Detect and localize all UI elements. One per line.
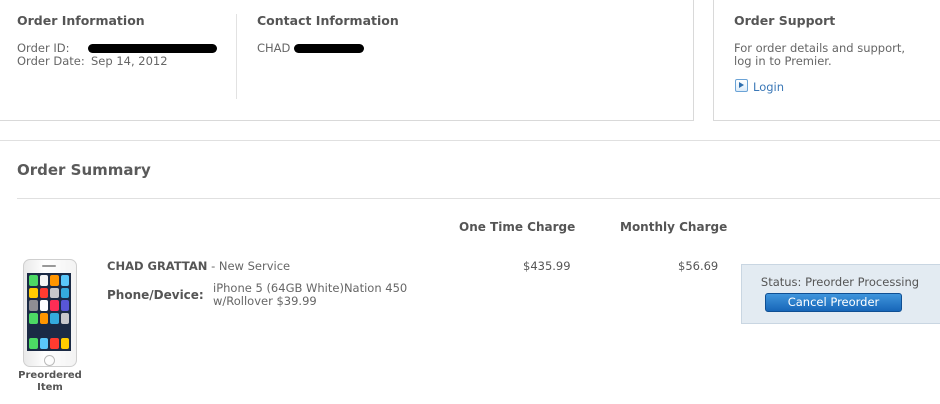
order-info-title: Order Information bbox=[17, 13, 145, 28]
phone-home-button bbox=[44, 355, 55, 366]
contact-info-title: Contact Information bbox=[257, 13, 399, 28]
cancel-preorder-button[interactable]: Cancel Preorder bbox=[765, 293, 902, 312]
summary-divider bbox=[17, 198, 940, 199]
login-link[interactable]: Login bbox=[753, 80, 784, 94]
order-support-title: Order Support bbox=[734, 13, 836, 28]
line-item-header: CHAD GRATTAN - New Service bbox=[107, 259, 290, 273]
support-description-line2: log in to Premier. bbox=[734, 54, 832, 68]
section-divider bbox=[0, 140, 940, 141]
phone-screen bbox=[27, 273, 71, 351]
preordered-caption-line1: Preordered bbox=[18, 370, 82, 381]
device-line2: w/Rollover $39.99 bbox=[213, 294, 317, 308]
order-summary-title: Order Summary bbox=[17, 161, 151, 179]
preordered-caption-line2: Item bbox=[37, 382, 63, 393]
play-arrow-icon[interactable] bbox=[735, 79, 748, 92]
one-time-charge-header: One Time Charge bbox=[459, 220, 576, 234]
status-text: Status: Preorder Processing bbox=[760, 275, 920, 289]
monthly-charge-header: Monthly Charge bbox=[620, 220, 728, 234]
order-date-value: Sep 14, 2012 bbox=[91, 54, 168, 68]
phone-speaker bbox=[42, 265, 56, 267]
device-label: Phone/Device: bbox=[107, 288, 204, 302]
one-time-charge-value: $435.99 bbox=[523, 259, 571, 273]
order-id-redaction bbox=[88, 44, 217, 53]
contact-name: CHAD bbox=[257, 41, 291, 55]
monthly-charge-value: $56.69 bbox=[678, 259, 719, 273]
customer-name: CHAD GRATTAN bbox=[107, 259, 208, 273]
panel-divider bbox=[236, 14, 237, 99]
service-type: - New Service bbox=[211, 259, 291, 273]
contact-name-redaction bbox=[294, 44, 364, 53]
order-date-label: Order Date: bbox=[17, 54, 85, 68]
